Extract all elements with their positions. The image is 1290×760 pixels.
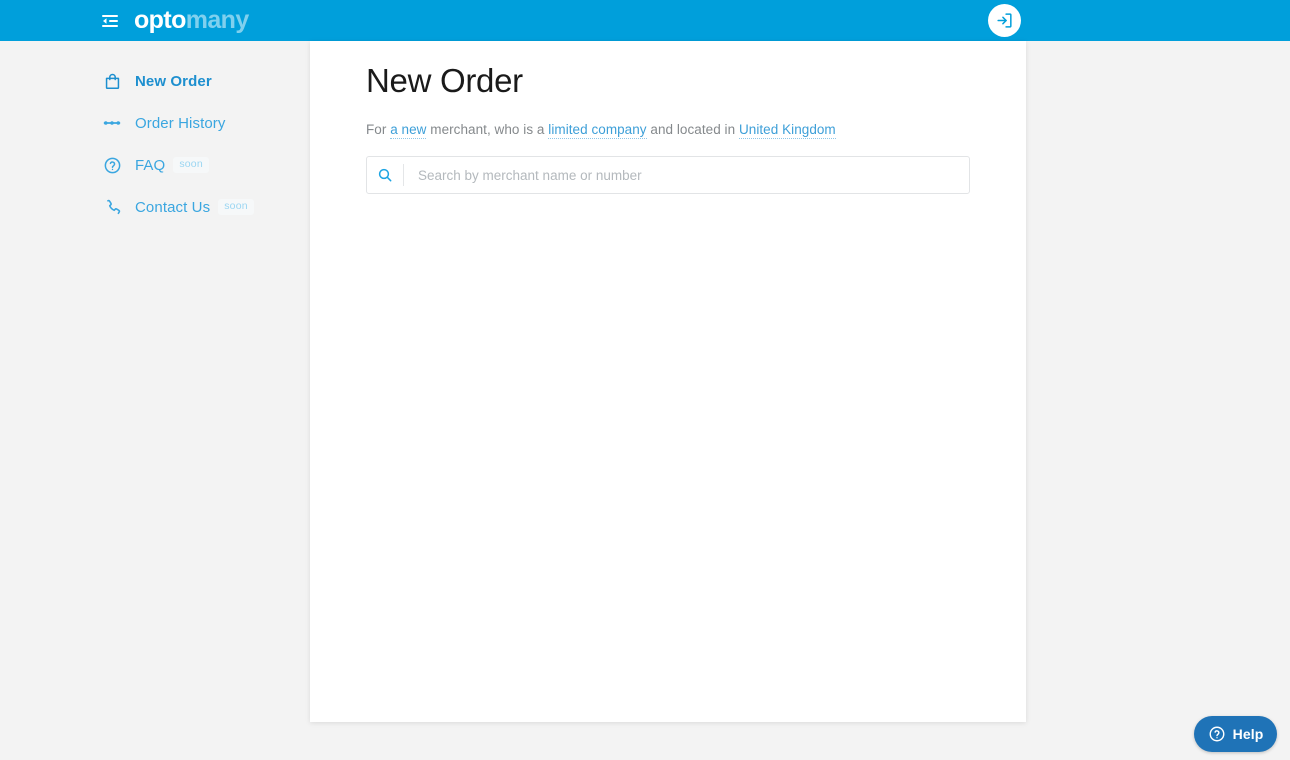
sidebar-item-label: FAQ: [135, 156, 166, 174]
brand-logo: opto many: [134, 8, 249, 33]
sidebar-item-label: Order History: [135, 114, 226, 132]
sidebar-collapse-icon[interactable]: [99, 10, 121, 32]
phone-icon: [101, 196, 123, 218]
subtitle-text-1: For: [366, 122, 391, 137]
help-button[interactable]: Help: [1194, 716, 1277, 752]
sidebar-item-order-history[interactable]: Order History: [0, 108, 310, 138]
company-structure-link[interactable]: limited company: [548, 122, 647, 139]
merchant-search-box[interactable]: [366, 156, 970, 194]
question-circle-icon: [101, 154, 123, 176]
sidebar-item-contact-us[interactable]: Contact Us soon: [0, 192, 310, 222]
question-circle-icon: [1208, 725, 1226, 743]
login-arrow-icon: [995, 11, 1014, 30]
brand-logo-primary: opto: [134, 6, 186, 34]
login-button[interactable]: [988, 4, 1021, 37]
page-title: New Order: [366, 62, 523, 99]
search-input[interactable]: [404, 157, 969, 193]
merchant-type-link[interactable]: a new: [390, 122, 427, 139]
shopping-bag-icon: [101, 70, 123, 92]
country-link[interactable]: United Kingdom: [738, 122, 836, 139]
sidebar-item-label: New Order: [135, 72, 212, 90]
main-content-panel: New Order For a new merchant, who is a l…: [310, 41, 1026, 722]
sidebar-nav: New Order Order History FAQ soon Contact…: [0, 41, 310, 760]
status-badge: soon: [218, 199, 254, 215]
subtitle-text-3: and located in: [646, 122, 739, 137]
sidebar-item-faq[interactable]: FAQ soon: [0, 150, 310, 180]
search-icon: [367, 157, 403, 193]
subtitle-text-2: merchant, who is a: [426, 122, 549, 137]
status-badge: soon: [173, 157, 209, 173]
brand-logo-secondary: many: [185, 6, 250, 34]
sidebar-item-label: Contact Us: [135, 198, 211, 216]
top-header-bar: opto many: [0, 0, 1290, 41]
merchant-context-sentence: For a new merchant, who is a limited com…: [366, 122, 836, 139]
sidebar-item-new-order[interactable]: New Order: [0, 66, 310, 96]
help-button-label: Help: [1232, 726, 1264, 742]
order-tracking-icon: [101, 112, 123, 134]
